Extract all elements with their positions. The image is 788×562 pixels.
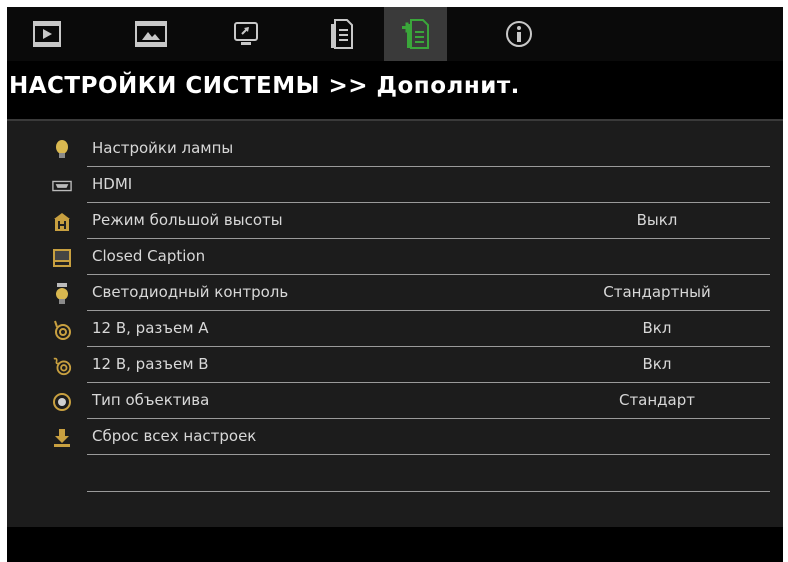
lamp-icon — [52, 140, 72, 160]
menu-item-value[interactable]: Стандартный — [567, 283, 747, 301]
tab-bar — [7, 7, 783, 61]
bottom-bar — [7, 527, 783, 562]
hdmi-icon — [52, 176, 72, 196]
closed-caption-icon — [52, 248, 72, 268]
menu-item-value[interactable]: Выкл — [567, 211, 747, 229]
tab-system-basic[interactable] — [309, 7, 372, 61]
menu-item-high-altitude[interactable]: Режим большой высоты Выкл — [7, 203, 783, 239]
document-plus-icon — [401, 19, 429, 49]
monitor-icon — [233, 22, 258, 45]
document-icon — [330, 19, 353, 49]
trigger-a-icon — [52, 320, 72, 340]
menu-item-hdmi[interactable]: HDMI — [7, 167, 783, 203]
trigger-b-icon — [52, 356, 72, 376]
menu-item-12v-trigger-b[interactable]: 12 В, разъем В Вкл — [7, 347, 783, 383]
lens-icon — [52, 392, 72, 412]
menu-item-label: Тип объектива — [92, 391, 210, 409]
menu-item-closed-caption[interactable]: Closed Caption — [7, 239, 783, 275]
menu-item-value[interactable]: Вкл — [567, 355, 747, 373]
menu-item-label: Светодиодный контроль — [92, 283, 289, 301]
menu-item-label: 12 В, разъем А — [92, 319, 209, 337]
menu-item-label: Сброс всех настроек — [92, 427, 257, 445]
menu-item-value[interactable]: Вкл — [567, 319, 747, 337]
divider — [87, 454, 770, 455]
menu-item-label: HDMI — [92, 175, 133, 193]
menu-item-reset-all[interactable]: Сброс всех настроек — [7, 419, 783, 455]
menu-item-lamp-settings[interactable]: Настройки лампы — [7, 131, 783, 167]
tab-system-advanced[interactable] — [384, 7, 447, 61]
tab-setup[interactable] — [214, 7, 277, 61]
menu-item-lens-type[interactable]: Тип объектива Стандарт — [7, 383, 783, 419]
film-image-icon — [134, 21, 167, 47]
reset-icon — [52, 428, 72, 448]
led-icon — [52, 283, 72, 304]
menu-item-label: Closed Caption — [92, 247, 206, 265]
title-bar: НАСТРОЙКИ СИСТЕМЫ >> Дополнит. — [7, 61, 783, 121]
menu-panel: Настройки лампы HDMI Режим большой высот… — [7, 121, 783, 527]
osd-window: НАСТРОЙКИ СИСТЕМЫ >> Дополнит. Настройки… — [7, 7, 783, 562]
page-title: НАСТРОЙКИ СИСТЕМЫ >> Дополнит. — [9, 73, 520, 99]
menu-item-label: 12 В, разъем В — [92, 355, 209, 373]
menu-item-led-control[interactable]: Светодиодный контроль Стандартный — [7, 275, 783, 311]
divider — [87, 491, 770, 492]
menu-item-value[interactable]: Стандарт — [567, 391, 747, 409]
film-play-icon — [32, 21, 61, 47]
info-icon — [505, 21, 532, 47]
menu-item-label: Режим большой высоты — [92, 211, 283, 229]
menu-item-label: Настройки лампы — [92, 139, 234, 157]
tab-information[interactable] — [487, 7, 550, 61]
menu-item-12v-trigger-a[interactable]: 12 В, разъем А Вкл — [7, 311, 783, 347]
tab-display[interactable] — [119, 7, 182, 61]
tab-image[interactable] — [15, 7, 78, 61]
high-altitude-icon — [52, 212, 72, 232]
